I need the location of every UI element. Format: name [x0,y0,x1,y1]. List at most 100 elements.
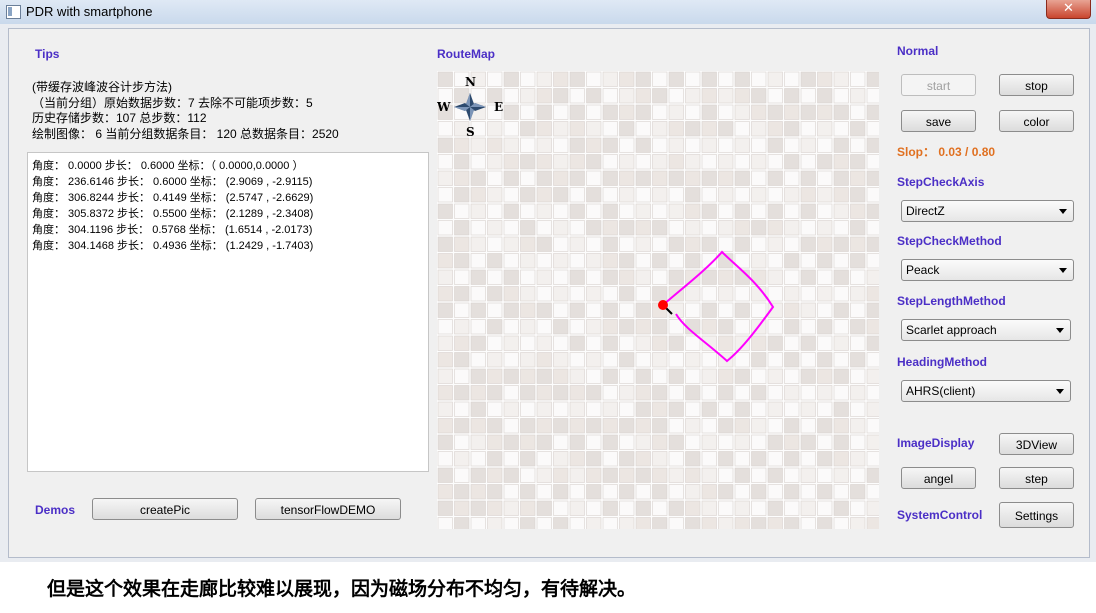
map-tile [553,154,569,170]
map-tile [619,220,635,236]
map-tile [718,286,734,302]
map-tile [734,220,750,236]
map-tile [751,121,767,137]
map-tile [767,170,783,186]
map-tile [718,236,734,252]
map-tile [685,484,701,500]
map-tile [437,368,453,384]
map-tile [586,253,602,269]
map-tile [503,187,519,203]
map-tile [751,170,767,186]
map-tile [751,302,767,318]
map-tile [668,154,684,170]
map-tile [586,220,602,236]
3dview-button[interactable]: 3DView [999,433,1074,455]
map-tile [602,137,618,153]
map-tile [718,137,734,153]
map-tile [569,319,585,335]
map-tile [701,220,717,236]
map-tile [470,137,486,153]
step-check-method-select[interactable]: Peack [901,259,1074,281]
map-tile [734,137,750,153]
map-tile [866,385,879,401]
map-tile [602,269,618,285]
map-tile [685,269,701,285]
stop-button[interactable]: stop [999,74,1074,96]
map-tile [850,71,866,87]
map-tile [635,401,651,417]
map-tile [487,137,503,153]
map-tile [751,401,767,417]
map-tile [619,154,635,170]
map-tile [751,467,767,483]
map-tile [701,88,717,104]
map-tile [487,319,503,335]
compass-icon: N S W E [437,75,507,139]
map-tile [652,517,668,529]
map-tile [470,517,486,529]
map-tile [619,170,635,186]
map-tile [784,269,800,285]
map-tile [454,335,470,351]
map-tile [635,71,651,87]
map-tile [784,385,800,401]
map-tile [701,418,717,434]
close-button[interactable]: ✕ [1046,0,1091,19]
map-tile [751,203,767,219]
heading-method-select[interactable]: AHRS(client) [901,380,1071,402]
map-tile [602,71,618,87]
map-tile [767,253,783,269]
map-tile [652,203,668,219]
map-tile [767,500,783,516]
map-tile [850,500,866,516]
map-tile [553,88,569,104]
step-check-method-label: StepCheckMethod [897,234,1002,248]
map-tile [685,170,701,186]
route-map[interactable]: N S W E [437,71,879,529]
map-tile [734,500,750,516]
map-tile [536,517,552,529]
map-tile [503,220,519,236]
step-button[interactable]: step [999,467,1074,489]
map-tile [833,517,849,529]
map-tile [619,434,635,450]
map-tile [784,434,800,450]
map-tile [800,88,816,104]
step-check-axis-select[interactable]: DirectZ [901,200,1074,222]
map-tile [635,154,651,170]
map-tile [503,335,519,351]
map-tile [553,121,569,137]
map-tile [536,352,552,368]
heading-method-label: HeadingMethod [897,355,987,369]
map-tile [470,187,486,203]
map-tile [503,253,519,269]
map-tile [734,203,750,219]
map-tile [767,401,783,417]
map-tile [668,467,684,483]
map-tile [866,203,879,219]
settings-button[interactable]: Settings [999,502,1074,528]
map-tile [850,121,866,137]
map-tile [553,484,569,500]
angel-button[interactable]: angel [901,467,976,489]
tensorflow-demo-button[interactable]: tensorFlowDEMO [255,498,401,520]
color-button[interactable]: color [999,110,1074,132]
map-tile [701,154,717,170]
step-length-method-select[interactable]: Scarlet approach [901,319,1071,341]
start-button[interactable]: start [901,74,976,96]
map-tile [866,104,879,120]
map-tile [652,220,668,236]
map-tile [536,121,552,137]
map-tile [569,88,585,104]
save-button[interactable]: save [901,110,976,132]
map-tile [668,418,684,434]
map-tile [866,500,879,516]
map-tile [701,302,717,318]
create-pic-button[interactable]: createPic [92,498,238,520]
map-tile [866,71,879,87]
log-textbox[interactable]: 角度： 0.0000 步长： 0.6000 坐标：（ 0.0000,0.0000… [27,152,429,472]
map-tile [734,517,750,529]
map-tile [668,236,684,252]
chevron-down-icon [1056,389,1064,394]
map-tile [536,484,552,500]
